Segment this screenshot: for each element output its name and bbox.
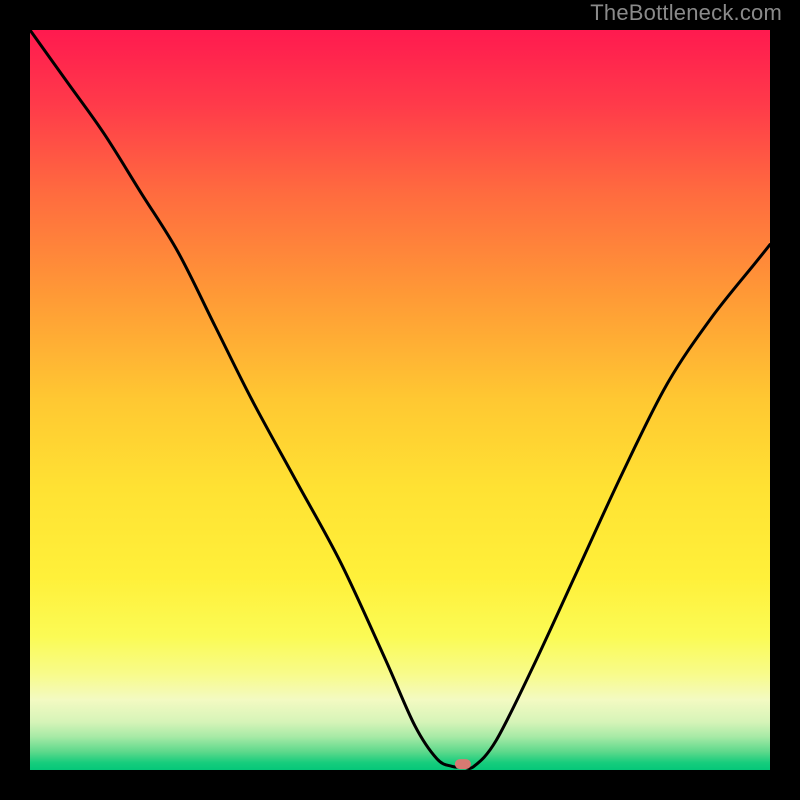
chart-container: TheBottleneck.com xyxy=(0,0,800,800)
watermark-text: TheBottleneck.com xyxy=(590,0,782,26)
bottleneck-curve xyxy=(30,30,770,768)
optimal-marker xyxy=(455,759,471,769)
curve-layer xyxy=(30,30,770,770)
plot-area xyxy=(30,30,770,770)
